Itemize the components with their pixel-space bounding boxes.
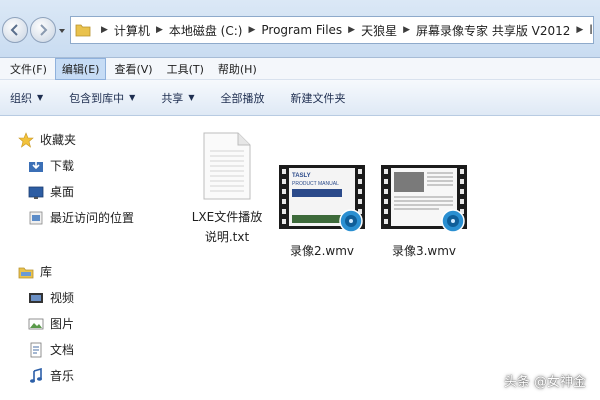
chevron-down-icon: ▼ <box>188 93 195 102</box>
breadcrumb-computer[interactable]: 计算机 <box>114 22 150 39</box>
file-list: LXE文件播放说明.txt TASLY PRODUCT MANUAL 录像2.w… <box>160 117 600 400</box>
nav-label: 收藏夹 <box>40 133 77 147</box>
breadcrumb-ls[interactable]: ls <box>589 23 593 37</box>
menu-bar: 文件(F) 编辑(E) 查看(V) 工具(T) 帮助(H) <box>0 57 600 80</box>
share-button[interactable]: 共享 ▼ <box>161 90 194 106</box>
nav-item-documents[interactable]: 文档 <box>28 341 74 358</box>
nav-label: 下载 <box>50 159 75 173</box>
text-file-icon <box>203 132 251 200</box>
watermark: 头条 @女神金 <box>503 375 586 390</box>
breadcrumb-program-files[interactable]: Program Files <box>261 23 342 37</box>
organize-label: 组织 <box>10 91 32 105</box>
arrow-left-icon <box>10 24 18 36</box>
document-library-icon <box>28 342 44 358</box>
new-folder-label: 新建文件夹 <box>290 91 346 105</box>
nav-item-recent-places[interactable]: 最近访问的位置 <box>28 209 134 226</box>
share-label: 共享 <box>161 91 184 105</box>
file-name: 录像3.wmv <box>391 244 457 258</box>
nav-item-downloads[interactable]: 下载 <box>28 157 74 174</box>
nav-item-videos[interactable]: 视频 <box>28 289 74 306</box>
chevron-down-icon: ▼ <box>129 93 136 102</box>
include-label: 包含到库中 <box>69 91 125 105</box>
music-note-icon <box>28 367 44 384</box>
nav-item-pictures[interactable]: 图片 <box>28 315 74 332</box>
nav-label: 最近访问的位置 <box>50 211 135 225</box>
nav-label: 文档 <box>50 343 75 357</box>
breadcrumb-recorder[interactable]: 屏幕录像专家 共享版 V2012 <box>416 22 570 39</box>
include-in-library-button[interactable]: 包含到库中 ▼ <box>69 90 135 106</box>
nav-label: 桌面 <box>50 185 75 199</box>
star-icon <box>18 131 34 148</box>
play-all-label: 全部播放 <box>220 91 265 105</box>
new-folder-button[interactable]: 新建文件夹 <box>290 90 345 106</box>
chevron-right-icon[interactable]: ▶ <box>576 25 583 35</box>
breadcrumb-drive-c[interactable]: 本地磁盘 (C:) <box>169 22 243 39</box>
file-item-wmv-2[interactable]: TASLY PRODUCT MANUAL 录像2.wmv <box>274 161 370 261</box>
svg-text:TASLY: TASLY <box>292 173 311 179</box>
nav-label: 音乐 <box>50 369 75 383</box>
download-folder-icon <box>28 158 44 174</box>
file-name: 录像2.wmv <box>289 244 355 258</box>
breadcrumb-tianlangxing[interactable]: 天狼星 <box>361 22 397 39</box>
menu-help[interactable]: 帮助(H) <box>212 59 263 79</box>
forward-button[interactable] <box>30 17 56 43</box>
nav-item-favorites[interactable]: 收藏夹 <box>18 131 76 148</box>
file-item-wmv-3[interactable]: 录像3.wmv <box>376 161 472 261</box>
chevron-right-icon[interactable]: ▶ <box>348 25 355 35</box>
address-bar: ▶ 计算机 ▶ 本地磁盘 (C:) ▶ Program Files ▶ 天狼星 … <box>0 0 600 58</box>
chevron-right-icon[interactable]: ▶ <box>248 25 255 35</box>
video-library-icon <box>28 290 44 306</box>
svg-text:PRODUCT MANUAL: PRODUCT MANUAL <box>292 181 339 187</box>
play-all-button[interactable]: 全部播放 <box>220 90 264 106</box>
nav-item-desktop[interactable]: 桌面 <box>28 183 74 200</box>
video-file-icon: TASLY PRODUCT MANUAL <box>279 165 365 233</box>
folder-icon <box>75 24 91 37</box>
navigation-pane: 收藏夹 下载 桌面 最近访问的位置 库 视频 图片 文档 音乐 <box>0 117 160 400</box>
menu-file[interactable]: 文件(F) <box>4 59 53 79</box>
chevron-right-icon[interactable]: ▶ <box>156 25 163 35</box>
chevron-right-icon[interactable]: ▶ <box>403 25 410 35</box>
back-button[interactable] <box>2 17 28 43</box>
menu-tools[interactable]: 工具(T) <box>161 59 210 79</box>
nav-label: 图片 <box>50 317 75 331</box>
desktop-icon <box>28 184 44 200</box>
chevron-right-icon: ▶ <box>101 25 108 35</box>
command-bar: 组织 ▼ 包含到库中 ▼ 共享 ▼ 全部播放 新建文件夹 <box>0 80 600 116</box>
arrow-right-icon <box>40 24 48 36</box>
recent-places-icon <box>28 210 44 226</box>
menu-view[interactable]: 查看(V) <box>108 59 158 79</box>
file-name: LXE文件播放说明.txt <box>191 210 263 244</box>
address-path[interactable]: ▶ 计算机 ▶ 本地磁盘 (C:) ▶ Program Files ▶ 天狼星 … <box>70 16 594 44</box>
history-dropdown-icon[interactable] <box>58 27 66 35</box>
chevron-down-icon: ▼ <box>37 93 44 102</box>
nav-item-library[interactable]: 库 <box>18 263 52 280</box>
video-file-icon <box>381 165 467 233</box>
library-icon <box>18 264 34 280</box>
nav-item-music[interactable]: 音乐 <box>28 367 74 384</box>
picture-library-icon <box>28 316 44 332</box>
file-item-txt[interactable]: LXE文件播放说明.txt <box>182 131 272 247</box>
organize-button[interactable]: 组织 ▼ <box>10 90 43 106</box>
nav-label: 库 <box>40 265 53 279</box>
nav-label: 视频 <box>50 291 75 305</box>
menu-edit[interactable]: 编辑(E) <box>54 57 107 80</box>
